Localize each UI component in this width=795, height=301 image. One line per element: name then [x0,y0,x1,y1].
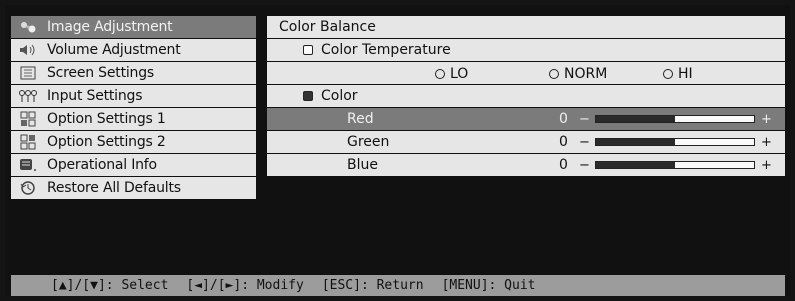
color-balance-panel: Color Balance Color Temperature LO NORM … [267,16,785,177]
slider-value: 0 [559,111,568,127]
menu-item-label: Volume Adjustment [47,42,181,58]
screen-icon [17,65,39,81]
checkbox-icon [303,45,313,55]
menu-item-label: Operational Info [47,157,157,173]
radio-lo[interactable]: LO [435,66,468,82]
plus-icon: + [761,111,772,127]
minus-icon: − [579,111,590,127]
menu-item-option-settings-2[interactable]: Option Settings 2 [11,131,256,153]
blue-slider[interactable] [595,161,755,169]
slider-label: Green [347,134,390,150]
menu-item-label: Restore All Defaults [47,180,181,196]
slider-row-red[interactable]: Red 0 − + [267,108,785,130]
radio-hi[interactable]: HI [663,66,693,82]
hint-select: [▲]/[▼]: Select [51,278,169,293]
menu-item-label: Input Settings [47,88,143,104]
menu-item-label: Image Adjustment [47,19,173,35]
radio-icon [663,69,673,79]
color-temperature-label: Color Temperature [321,42,451,58]
image-adjust-icon [17,19,39,35]
menu-item-volume-adjustment[interactable]: Volume Adjustment [11,39,256,61]
menu-item-operational-info[interactable]: Operational Info [11,154,256,176]
option-icon [17,134,39,150]
radio-icon [435,69,445,79]
radio-icon [549,69,559,79]
menu-item-input-settings[interactable]: Input Settings [11,85,256,107]
projector-osd: Image Adjustment Volume Adjustment Scree… [5,5,790,296]
slider-value: 0 [559,134,568,150]
slider-row-blue[interactable]: Blue 0 − + [267,154,785,176]
slider-label: Blue [347,157,378,173]
color-temperature-radio-group: LO NORM HI [267,62,785,84]
slider-fill [596,116,675,122]
panel-title: Color Balance [267,16,785,38]
color-temperature-option[interactable]: Color Temperature [267,39,785,61]
slider-fill [596,139,675,145]
status-bar: [▲]/[▼]: Select [◄]/[►]: Modify [ESC]: R… [11,275,785,296]
hint-return: [ESC]: Return [321,278,424,293]
info-icon [17,157,39,173]
checkbox-checked-icon [303,91,313,101]
radio-norm[interactable]: NORM [549,66,607,82]
minus-icon: − [579,157,590,173]
plus-icon: + [761,157,772,173]
color-label: Color [321,88,358,104]
slider-label: Red [347,111,374,127]
restore-icon [17,180,39,196]
main-menu: Image Adjustment Volume Adjustment Scree… [11,16,256,200]
option-icon [17,111,39,127]
hint-modify: [◄]/[►]: Modify [186,278,304,293]
slider-value: 0 [559,157,568,173]
hint-quit: [MENU]: Quit [441,278,536,293]
menu-item-label: Screen Settings [47,65,155,81]
green-slider[interactable] [595,138,755,146]
menu-item-label: Option Settings 1 [47,111,166,127]
menu-item-restore-all-defaults[interactable]: Restore All Defaults [11,177,256,199]
input-icon [17,88,39,104]
slider-fill [596,162,675,168]
plus-icon: + [761,134,772,150]
menu-item-screen-settings[interactable]: Screen Settings [11,62,256,84]
minus-icon: − [579,134,590,150]
speaker-icon [17,42,39,58]
menu-item-option-settings-1[interactable]: Option Settings 1 [11,108,256,130]
slider-row-green[interactable]: Green 0 − + [267,131,785,153]
red-slider[interactable] [595,115,755,123]
menu-item-label: Option Settings 2 [47,134,166,150]
color-option[interactable]: Color [267,85,785,107]
menu-item-image-adjustment[interactable]: Image Adjustment [11,16,256,38]
